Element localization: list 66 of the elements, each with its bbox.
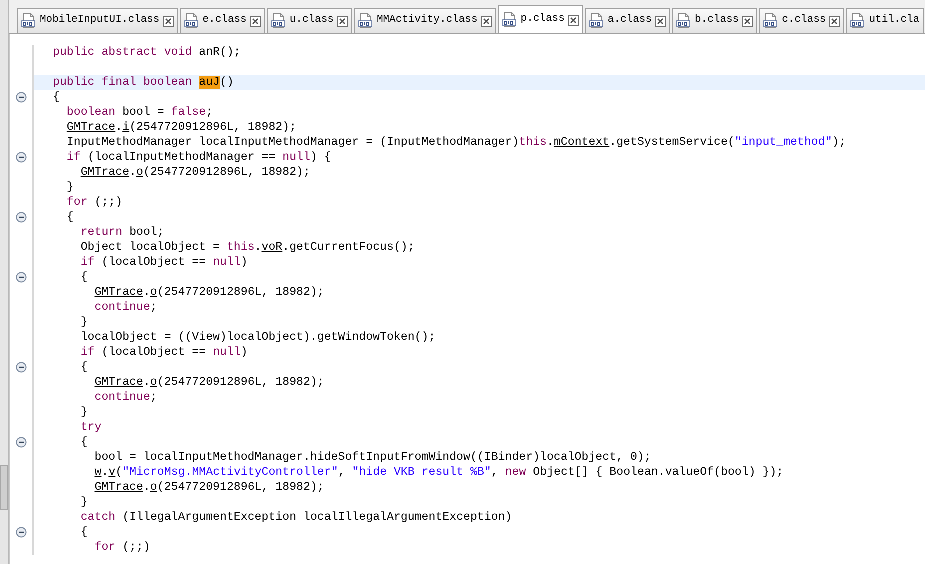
class-file-icon (588, 13, 605, 29)
code-line: GMTrace.o(2547720912896L, 18982); (94, 480, 326, 495)
collapse-icon[interactable] (16, 527, 26, 538)
editor-tab[interactable]: util.cla (846, 8, 924, 33)
code-line: continue; (94, 390, 158, 405)
code-line: localObject = ((View)localObject).getWindowToken(); (80, 330, 437, 345)
code-line: catch (IllegalArgumentException localIllegalArgumentException) (80, 510, 514, 525)
editor-tab[interactable]: MMActivity.class (354, 8, 496, 33)
scrollbar-thumb[interactable] (0, 465, 8, 510)
close-icon[interactable] (829, 16, 840, 26)
code-line: { (80, 360, 89, 375)
class-file-icon (676, 13, 692, 29)
code-line: } (80, 405, 89, 420)
class-file-icon (21, 13, 37, 29)
collapse-icon[interactable] (16, 92, 26, 103)
class-file-icon (502, 12, 518, 28)
code-line: try (80, 420, 103, 435)
close-icon[interactable] (162, 16, 174, 26)
code-line: { (80, 270, 89, 285)
code-line: bool = localInputMethodManager.hideSoftInputFromWindow((IBinder)localObject, 0); (94, 450, 652, 465)
code-line: continue; (94, 300, 158, 315)
code-line: w.v("MicroMsg.MMActivityController", "hide VKB result %B", new Object[] { Boolean.valueOf(bool) }); (94, 465, 785, 480)
collapse-icon[interactable] (16, 362, 26, 373)
code-line: GMTrace.i(2547720912896L, 18982); (66, 120, 298, 135)
code-line: { (66, 210, 75, 225)
editor-tab[interactable]: p.class (498, 5, 583, 33)
code-line: GMTrace.o(2547720912896L, 18982); (80, 165, 312, 180)
code-line: InputMethodManager localInputMethodManager = (InputMethodManager)this.mContext.getSystemService("input_method"); (66, 135, 848, 150)
collapse-icon[interactable] (16, 272, 26, 283)
close-icon[interactable] (568, 14, 579, 26)
close-icon[interactable] (742, 16, 754, 26)
code-line: if (localInputMethodManager == null) { (66, 150, 332, 165)
close-icon[interactable] (655, 16, 666, 26)
class-file-icon (763, 13, 780, 29)
editor-tab[interactable]: e.class (180, 8, 265, 33)
editor-tab[interactable]: b.class (672, 8, 758, 33)
code-line: GMTrace.o(2547720912896L, 18982); (94, 375, 326, 390)
code-line: if (localObject == null) (80, 345, 249, 360)
code-line: { (80, 435, 89, 450)
code-line: for (;;) (66, 195, 124, 210)
collapse-icon[interactable] (16, 152, 26, 163)
close-icon[interactable] (250, 16, 261, 26)
code-line: boolean bool = false; (66, 105, 214, 120)
code-line: Object localObject = this.voR.getCurrentFocus(); (80, 240, 416, 255)
close-icon[interactable] (336, 16, 348, 26)
code-line: return bool; (80, 225, 166, 240)
code-line: } (80, 495, 89, 510)
code-line: } (80, 315, 89, 330)
editor-tab[interactable]: a.class (584, 8, 670, 33)
editor-tab[interactable]: MobileInputUI.class (17, 8, 178, 33)
editor-tab[interactable]: u.class (266, 8, 352, 33)
code-line: GMTrace.o(2547720912896L, 18982); (94, 285, 326, 300)
code-line: public abstract void anR(); (52, 45, 242, 60)
class-file-icon (358, 13, 374, 29)
code-line: { (80, 525, 89, 540)
class-file-icon (184, 13, 200, 29)
editor-tab[interactable]: c.class (759, 8, 844, 33)
code-line: } (66, 180, 75, 195)
code-line: if (localObject == null) (80, 255, 249, 270)
code-line: for (;;) (94, 540, 152, 555)
collapse-icon[interactable] (16, 212, 26, 223)
class-file-icon (270, 13, 287, 29)
code-line: { (52, 90, 61, 105)
close-icon[interactable] (480, 16, 492, 26)
class-file-icon (850, 13, 866, 29)
collapse-icon[interactable] (16, 437, 26, 448)
